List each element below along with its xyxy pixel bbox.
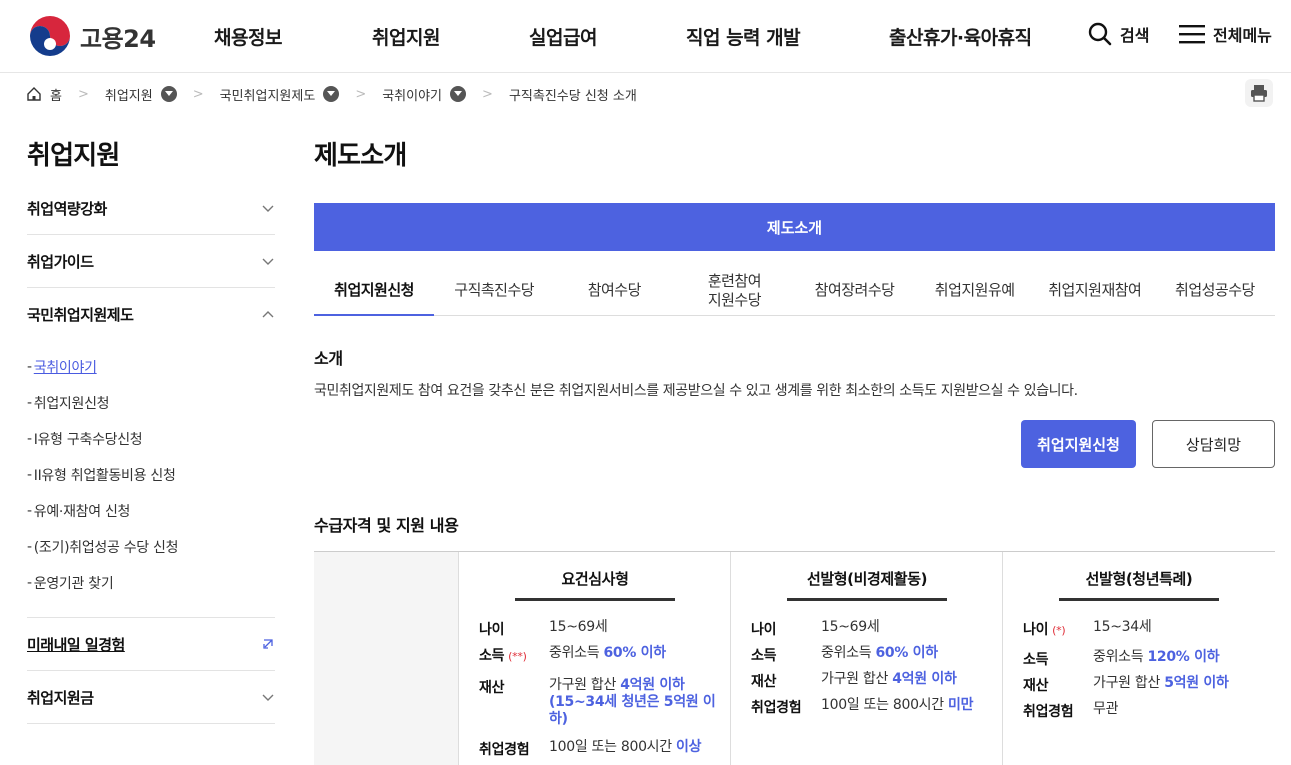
nav-vocational-training[interactable]: 직업 능력 개발 xyxy=(686,23,801,50)
tab-reparticipation[interactable]: 취업지원재참여 xyxy=(1035,266,1155,315)
sidebar-item-label: 국민취업지원제도 xyxy=(27,306,134,324)
chevron-right-icon: > xyxy=(355,86,367,102)
intro-heading: 소개 xyxy=(314,349,343,368)
submenu-item-story[interactable]: - 국취이야기 xyxy=(27,349,275,385)
table-row: 취업경험 100일 또는 800시간 이상 xyxy=(479,739,702,758)
site-header: 고용24 채용정보 취업지원 실업급여 직업 능력 개발 출산휴가·육아휴직 검… xyxy=(0,0,1291,73)
sidebar-title: 취업지원 xyxy=(27,141,120,171)
all-menu-button[interactable]: 전체메뉴 xyxy=(1179,22,1272,46)
page-title: 제도소개 xyxy=(314,141,407,171)
sidebar-item-capacity[interactable]: 취업역량강화 xyxy=(27,182,275,235)
tab-apply[interactable]: 취업지원신청 xyxy=(314,266,435,316)
table-column-selection-youth: 선발형(청년특례) 나이 (*) 15~34세 소득 중위소득 120% 이하 재… xyxy=(1003,552,1275,765)
breadcrumb-item-3[interactable]: 국취이야기 xyxy=(382,85,467,104)
site-logo[interactable]: 고용24 xyxy=(28,14,156,58)
tab-encouragement-allowance[interactable]: 참여장려수당 xyxy=(795,266,915,315)
hamburger-menu-icon xyxy=(1179,25,1205,44)
tab-success-allowance[interactable]: 취업성공수당 xyxy=(1155,266,1275,315)
breadcrumb-home[interactable]: 홈 xyxy=(26,85,62,104)
sidebar-item-work-experience[interactable]: 미래내일 일경험 xyxy=(27,618,275,671)
chevron-right-icon: > xyxy=(482,86,493,102)
search-icon xyxy=(1088,22,1112,46)
intro-text: 국민취업지원제도 참여 요건을 갖추신 분은 취업지원서비스를 제공받으실 수 … xyxy=(314,383,1078,399)
eligibility-heading: 수급자격 및 지원 내용 xyxy=(314,516,459,535)
column-title: 선발형(청년특례) xyxy=(1059,568,1219,601)
program-tabs: 취업지원신청 구직촉진수당 참여수당 훈련참여 지원수당 참여장려수당 취업지원… xyxy=(314,266,1275,316)
breadcrumb-label: 취업지원 xyxy=(104,88,153,104)
table-row: 취업경험 100일 또는 800시간 미만 xyxy=(751,697,974,716)
sidebar-item-guide[interactable]: 취업가이드 xyxy=(27,235,275,288)
breadcrumb-home-label: 홈 xyxy=(50,88,62,104)
table-row: 재산 가구원 합산 5억원 이하 xyxy=(1023,675,1229,694)
submenu-item-type1[interactable]: - I유형 구축수당신청 xyxy=(27,421,275,457)
breadcrumb-item-2[interactable]: 국민취업지원제도 xyxy=(220,85,340,104)
dropdown-icon[interactable] xyxy=(450,86,467,102)
sidebar-item-label: 취업역량강화 xyxy=(27,199,107,218)
search-label: 검색 xyxy=(1120,26,1150,45)
column-title: 선발형(비경제활동) xyxy=(787,568,947,601)
nav-employment-support[interactable]: 취업지원 xyxy=(372,23,440,50)
government-emblem-icon xyxy=(30,16,70,56)
sidebar-menu: 취업역량강화 취업가이드 국민취업지원제도 - 국취이야기 - 취업지원신청 - I유… xyxy=(27,182,275,724)
breadcrumb-label: 구직촉진수당 신청 소개 xyxy=(508,88,637,104)
submenu-item-success[interactable]: - (조기)취업성공 수당 신청 xyxy=(27,529,275,565)
nav-unemployment-benefit[interactable]: 실업급여 xyxy=(529,23,597,50)
submenu-item-agency[interactable]: - 운영기관 찾기 xyxy=(27,565,275,601)
breadcrumb-label: 국민취업지원제도 xyxy=(219,88,316,104)
tab-deferral[interactable]: 취업지원유예 xyxy=(915,266,1035,315)
breadcrumb-label: 국취이야기 xyxy=(382,88,443,104)
table-row: 소득 중위소득 60% 이하 xyxy=(751,645,938,664)
table-row: 취업경험 무관 xyxy=(1023,701,1119,720)
submenu-item-type2[interactable]: - II유형 취업활동비용 신청 xyxy=(27,457,275,493)
external-link-icon xyxy=(263,639,273,649)
table-column-selection-inactive: 선발형(비경제활동) 나이 15~69세 소득 중위소득 60% 이하 재산 가… xyxy=(731,552,1003,765)
table-column-screening: 요건심사형 나이 15~69세 소득 (**) 중위소득 60% 이하 재산 가구… xyxy=(459,552,731,765)
chevron-up-icon xyxy=(262,310,274,317)
breadcrumb: 홈 > 취업지원 > 국민취업지원제도 > 국취이야기 > 구직촉진수당 신청 … xyxy=(26,84,637,104)
nav-job-info[interactable]: 채용정보 xyxy=(214,23,282,50)
print-button[interactable] xyxy=(1245,79,1273,107)
table-header-cell xyxy=(314,552,459,765)
eligibility-table: 요건심사형 나이 15~69세 소득 (**) 중위소득 60% 이하 재산 가구… xyxy=(314,551,1275,765)
table-row: 재산 가구원 합산 4억원 이하 xyxy=(751,671,957,690)
chevron-right-icon: > xyxy=(192,86,204,102)
chevron-down-icon xyxy=(262,205,274,212)
tab-training-allowance[interactable]: 훈련참여 지원수당 xyxy=(674,266,794,315)
all-menu-label: 전체메뉴 xyxy=(1213,26,1272,45)
apply-button[interactable]: 취업지원신청 xyxy=(1021,420,1136,468)
table-row: 소득 (**) 중위소득 60% 이하 xyxy=(479,645,666,664)
consult-button[interactable]: 상담희망 xyxy=(1152,420,1275,468)
sidebar-item-label: 취업가이드 xyxy=(27,252,94,271)
table-row: 나이 15~69세 xyxy=(479,619,608,638)
search-button[interactable]: 검색 xyxy=(1088,22,1149,46)
section-banner: 제도소개 xyxy=(314,203,1275,251)
submenu-item-apply[interactable]: - 취업지원신청 xyxy=(27,385,275,421)
chevron-down-icon xyxy=(262,258,274,265)
dropdown-icon[interactable] xyxy=(160,86,177,102)
sidebar-item-national-program[interactable]: 국민취업지원제도 xyxy=(27,288,275,341)
printer-icon xyxy=(1251,85,1267,102)
tab-participation-allowance[interactable]: 참여수당 xyxy=(554,266,674,315)
sidebar-item-subsidy[interactable]: 취업지원금 xyxy=(27,671,275,724)
breadcrumb-item-1[interactable]: 취업지원 xyxy=(105,85,177,104)
sidebar-item-label: 미래내일 일경험 xyxy=(27,635,125,654)
home-icon xyxy=(27,87,41,101)
dropdown-icon[interactable] xyxy=(323,86,340,102)
sidebar-submenu: - 국취이야기 - 취업지원신청 - I유형 구축수당신청 - II유형 취업활동비용 … xyxy=(27,341,275,618)
submenu-item-deferral[interactable]: - 유예·재참여 신청 xyxy=(27,493,275,529)
chevron-down-icon xyxy=(262,694,274,701)
table-row: 재산 가구원 합산 4억원 이하 (15~34세 청년은 5억원 이하) xyxy=(479,677,716,727)
table-row: 나이 15~69세 xyxy=(751,619,880,638)
table-row: 소득 중위소득 120% 이하 xyxy=(1023,649,1220,668)
chevron-right-icon: > xyxy=(77,86,89,102)
logo-text: 고용24 xyxy=(80,24,156,53)
tab-job-seeking-allowance[interactable]: 구직촉진수당 xyxy=(434,266,554,315)
nav-parental-leave[interactable]: 출산휴가·육아휴직 xyxy=(889,23,1032,50)
breadcrumb-current: 구직촉진수당 신청 소개 xyxy=(509,85,637,104)
column-title: 요건심사형 xyxy=(515,568,675,601)
sidebar-item-label: 취업지원금 xyxy=(27,688,94,707)
table-row: 나이 (*) 15~34세 xyxy=(1023,619,1152,638)
